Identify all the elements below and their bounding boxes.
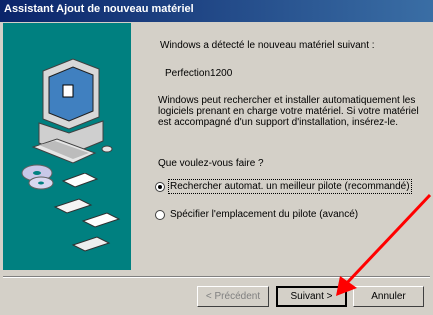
annotation-arrow [336, 193, 432, 296]
